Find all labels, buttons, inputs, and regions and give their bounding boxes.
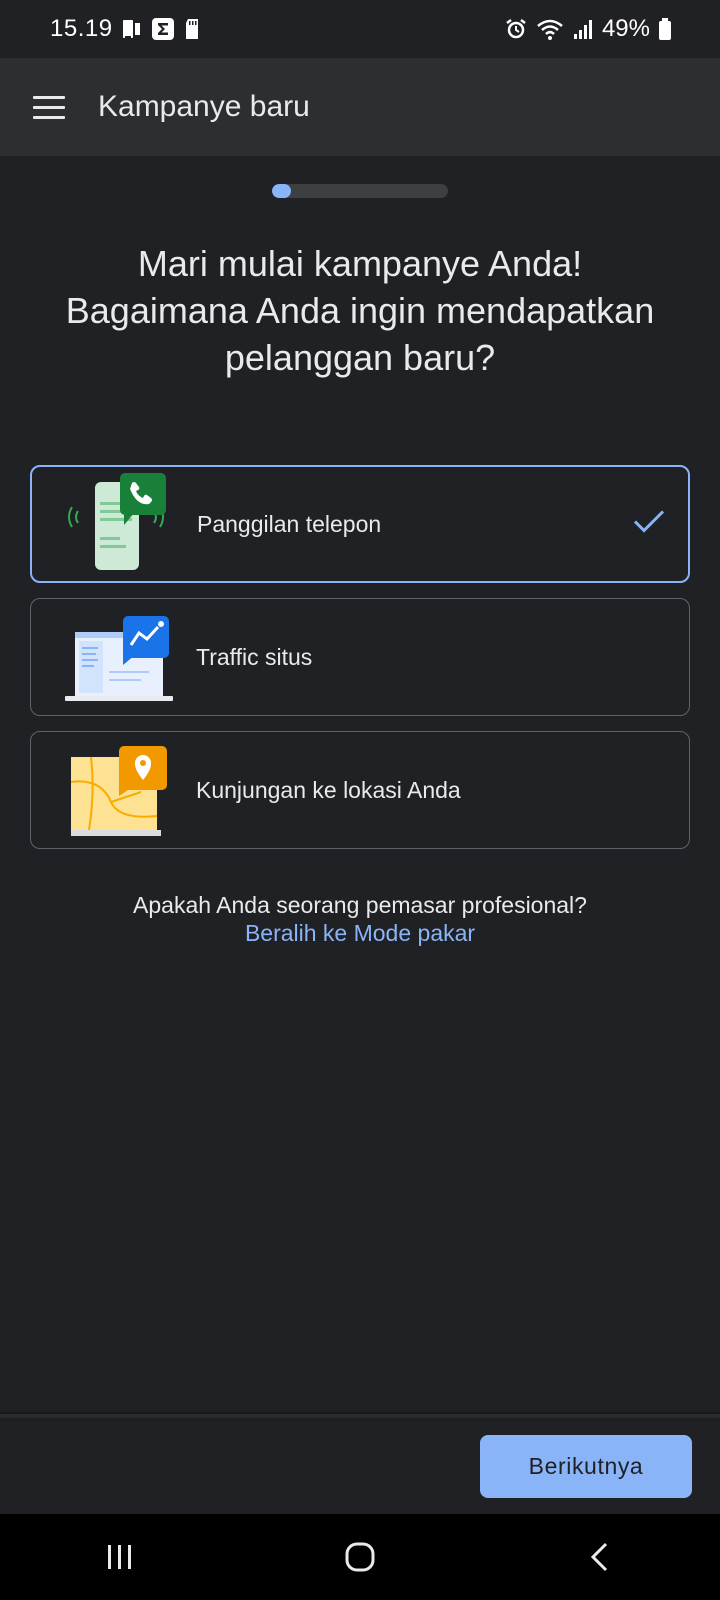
heading-line-1: Mari mulai kampanye Anda!: [137, 243, 583, 284]
check-icon: [632, 509, 666, 540]
footer-divider: [0, 1414, 720, 1418]
system-nav-bar: [0, 1514, 720, 1600]
battery-icon: [658, 17, 672, 41]
option-website-traffic[interactable]: Traffic situs: [30, 598, 690, 716]
status-time: 15.19: [50, 15, 113, 42]
goal-options: Panggilan telepon Traffic situs Kunjunga…: [30, 465, 690, 864]
option-store-visits[interactable]: Kunjungan ke lokasi Anda: [30, 731, 690, 849]
phone-call-illustration: [32, 467, 197, 581]
wifi-icon: [536, 17, 564, 41]
app-bar: Kampanye baru: [0, 58, 720, 156]
status-right: 49%: [504, 15, 672, 43]
signal-icon: [572, 17, 594, 41]
sd-card-icon: [183, 17, 201, 41]
recent-apps-icon[interactable]: [80, 1527, 160, 1587]
alarm-icon: [504, 17, 528, 41]
option-label: Panggilan telepon: [197, 510, 382, 537]
battery-percent: 49%: [601, 15, 650, 42]
expert-question: Apakah Anda seorang pemasar profesional?: [133, 892, 587, 918]
expert-mode-link[interactable]: Beralih ke Mode pakar: [0, 920, 720, 947]
status-left: 15.19: [50, 15, 201, 43]
sigma-icon: [151, 17, 175, 41]
heading-line-2: Bagaimana Anda ingin mendapatkan: [65, 290, 655, 331]
heading: Mari mulai kampanye Anda! Bagaimana Anda…: [20, 240, 700, 381]
option-phone-calls[interactable]: Panggilan telepon: [30, 465, 690, 583]
next-button[interactable]: Berikutnya: [480, 1435, 692, 1498]
menu-icon[interactable]: [24, 82, 74, 132]
option-label: Traffic situs: [196, 643, 313, 670]
page-title: Kampanye baru: [98, 90, 310, 123]
home-icon[interactable]: [320, 1527, 400, 1587]
progress-fill: [272, 184, 292, 198]
website-traffic-illustration: [31, 599, 196, 715]
heading-line-3: pelanggan baru?: [224, 337, 496, 378]
map-location-illustration: [31, 732, 196, 848]
back-icon[interactable]: [560, 1527, 640, 1587]
status-bar: 15.19 49%: [0, 0, 720, 58]
sim-card-icon: [121, 17, 143, 41]
option-label: Kunjungan ke lokasi Anda: [196, 776, 461, 803]
progress-bar: [272, 184, 448, 198]
